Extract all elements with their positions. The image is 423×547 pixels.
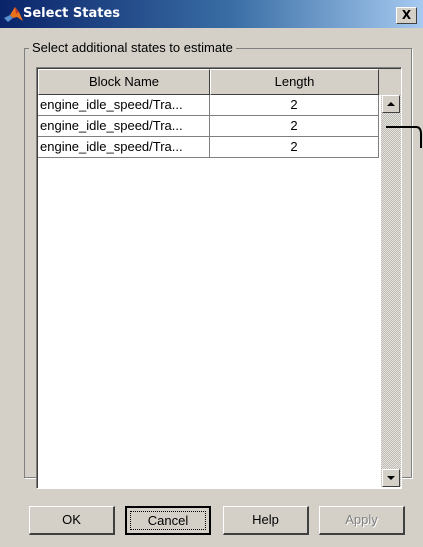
matlab-icon — [4, 7, 23, 22]
states-table: Block Name Length engine_idle_speed/Tra.… — [36, 67, 402, 489]
table-viewport: Block Name Length engine_idle_speed/Tra.… — [37, 68, 401, 488]
cancel-button[interactable]: Cancel — [125, 506, 211, 535]
vertical-scrollbar[interactable] — [381, 95, 401, 487]
title-bar[interactable]: Select States X — [0, 0, 423, 28]
block-name-cell[interactable]: engine_idle_speed/Tra... — [38, 95, 210, 116]
column-header-length[interactable]: Length — [210, 69, 379, 95]
scroll-down-button[interactable] — [382, 469, 400, 487]
length-cell[interactable]: 2 — [210, 137, 379, 158]
column-header-block-name[interactable]: Block Name — [38, 69, 210, 95]
table-row[interactable]: engine_idle_speed/Tra... 2 — [38, 116, 379, 137]
table-corner — [379, 69, 401, 95]
scroll-down-arrow-icon — [387, 476, 395, 480]
length-cell[interactable]: 2 — [210, 116, 379, 137]
table-row[interactable]: engine_idle_speed/Tra... 2 — [38, 137, 379, 158]
table-row[interactable]: engine_idle_speed/Tra... 2 — [38, 95, 379, 116]
block-name-cell[interactable]: engine_idle_speed/Tra... — [38, 137, 210, 158]
ok-button[interactable]: OK — [29, 506, 115, 535]
select-states-dialog: Select States X Select additional states… — [0, 0, 423, 547]
help-button[interactable]: Help — [223, 506, 309, 535]
focus-rectangle — [130, 511, 206, 530]
apply-button[interactable]: Apply — [319, 506, 405, 535]
scroll-up-arrow-icon — [387, 102, 395, 106]
close-icon: X — [401, 8, 412, 22]
scroll-up-button[interactable] — [382, 95, 400, 113]
close-button[interactable]: X — [396, 7, 417, 24]
annotation-pointer-line — [386, 126, 422, 148]
window-title: Select States — [23, 6, 121, 21]
group-title: Select additional states to estimate — [29, 40, 236, 55]
length-cell[interactable]: 2 — [210, 95, 379, 116]
block-name-cell[interactable]: engine_idle_speed/Tra... — [38, 116, 210, 137]
